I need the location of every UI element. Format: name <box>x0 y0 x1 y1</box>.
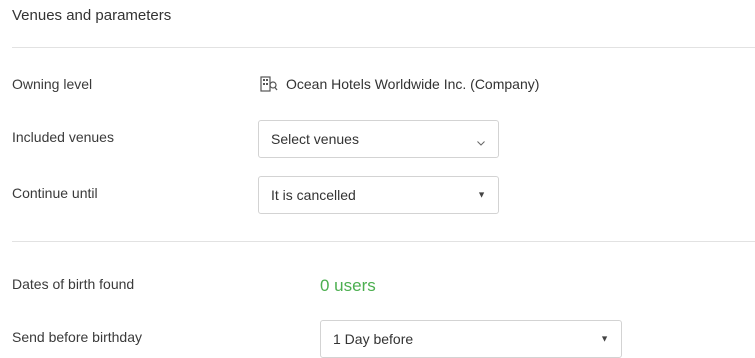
continue-until-value: It is cancelled <box>271 187 356 203</box>
send-before-select[interactable]: 1 Day before ▼ <box>320 320 622 358</box>
dates-of-birth-label: Dates of birth found <box>12 276 135 292</box>
chevron-down-icon <box>477 134 485 146</box>
continue-until-label: Continue until <box>12 185 98 201</box>
company-building-icon <box>260 76 278 92</box>
continue-until-select[interactable]: It is cancelled ▼ <box>258 176 499 214</box>
included-venues-select[interactable]: Select venues <box>258 120 499 158</box>
included-venues-label: Included venues <box>12 129 114 145</box>
section-divider <box>12 47 755 48</box>
owning-level-text: Ocean Hotels Worldwide Inc. (Company) <box>286 76 540 92</box>
send-before-value: 1 Day before <box>333 331 414 347</box>
caret-down-icon: ▼ <box>477 189 486 200</box>
users-count: 0 users <box>320 276 376 295</box>
caret-down-icon: ▼ <box>600 333 609 344</box>
owning-level-label: Owning level <box>12 76 93 92</box>
owning-level-value: Ocean Hotels Worldwide Inc. (Company) <box>260 76 539 92</box>
included-venues-value: Select venues <box>271 131 359 147</box>
send-before-label: Send before birthday <box>12 329 142 345</box>
section-title: Venues and parameters <box>12 7 172 24</box>
section-divider-2 <box>12 241 755 242</box>
